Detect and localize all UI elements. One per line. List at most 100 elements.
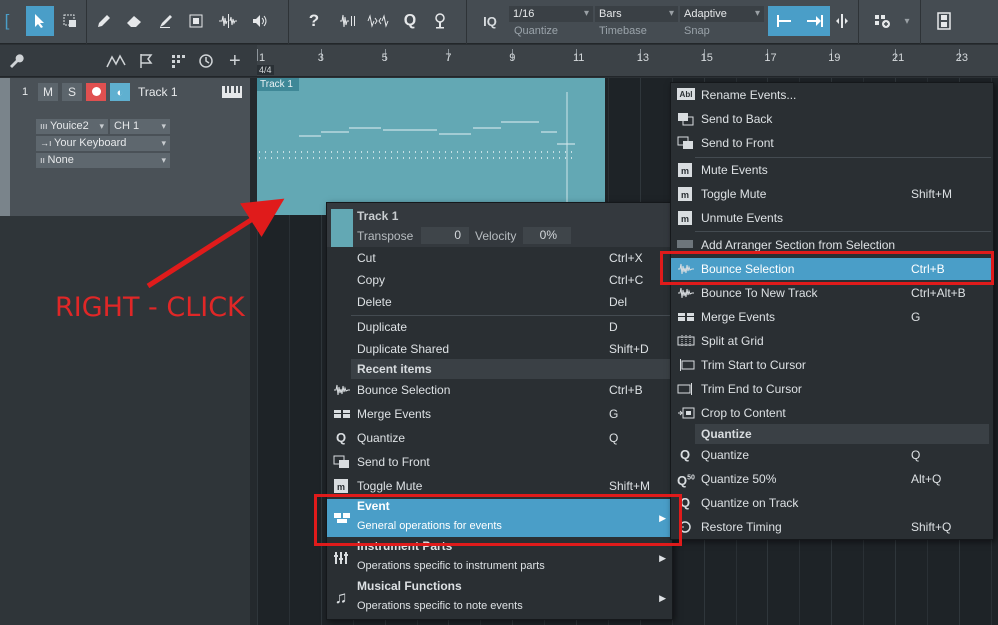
menu-item-label: Mute Events — [701, 163, 768, 177]
menu-item-label: Copy — [357, 273, 386, 287]
velocity-field[interactable]: 0% — [523, 227, 571, 244]
menu-item-label: Quantize 50% — [701, 472, 777, 486]
transpose-field[interactable]: 0 — [421, 227, 469, 244]
event-item-trim-start-to-cursor[interactable]: Trim Start to Cursor — [671, 354, 993, 376]
menu-item-copy[interactable]: Copy Ctrl+C — [327, 269, 672, 291]
menu-item-label: Restore Timing — [701, 520, 782, 534]
quantize-item-quantize-on-track[interactable]: Q Quantize on Track — [671, 492, 993, 514]
menu-item-label: Send to Front — [357, 455, 430, 469]
split-icon — [677, 334, 695, 348]
recent-item-merge-events[interactable]: Merge Events G — [327, 403, 672, 425]
menu-item-label: Unmute Events — [701, 211, 784, 225]
menu-item-shortcut: Ctrl+Alt+B — [911, 286, 966, 300]
event-item-mute-events[interactable]: m Mute Events — [671, 159, 993, 181]
menu-item-label: Crop to Content — [701, 406, 786, 420]
music-note-icon: ♫ — [334, 588, 348, 607]
menu-item-shortcut: G — [609, 407, 619, 421]
menu-item-label: Merge Events — [701, 310, 776, 324]
menu-item-shortcut: Shift+Q — [911, 520, 952, 534]
event-item-split-at-grid[interactable]: Split at Grid — [671, 330, 993, 352]
event-item-toggle-mute[interactable]: m Toggle Mute Shift+M — [671, 183, 993, 205]
menu-item-duplicate-shared[interactable]: Duplicate Shared Shift+D — [327, 338, 672, 360]
event-item-unmute-events[interactable]: m Unmute Events — [671, 207, 993, 229]
menu-item-shortcut: Ctrl+B — [609, 383, 643, 397]
instrument-icon — [333, 551, 349, 565]
recent-items-header: Recent items — [351, 359, 671, 379]
menu-item-shortcut: Ctrl+X — [609, 251, 643, 265]
context-menu-header: Track 1 Transpose 0 Velocity 0% — [327, 203, 672, 247]
rename-icon: Abl — [677, 88, 695, 102]
menu-item-label: Merge Events — [357, 407, 432, 421]
event-item-send-to-front[interactable]: Send to Front — [671, 132, 993, 154]
mute-icon: m — [677, 187, 693, 201]
menu-item-shortcut: D — [609, 320, 618, 334]
menu-item-label: Split at Grid — [701, 334, 764, 348]
svg-text:m: m — [681, 190, 689, 200]
merge-icon — [677, 310, 694, 324]
svg-text:m: m — [337, 482, 345, 492]
send-front-icon — [677, 136, 693, 150]
menu-item-cut[interactable]: Cut Ctrl+X — [327, 247, 672, 269]
svg-text:m: m — [681, 214, 689, 224]
quantize-item-quantize-50-[interactable]: Q50 Quantize 50% Alt+Q — [671, 468, 993, 490]
menu-item-label: Rename Events... — [701, 88, 797, 102]
chevron-right-icon: ▶ — [659, 553, 666, 563]
mute-icon: m — [677, 211, 693, 225]
menu-item-label: Bounce To New Track — [701, 286, 818, 300]
event-item-bounce-to-new-track[interactable]: Bounce To New Track Ctrl+Alt+B — [671, 282, 993, 304]
menu-item-shortcut: Alt+Q — [911, 472, 942, 486]
waveform-icon — [333, 383, 350, 397]
menu-item-shortcut: G — [911, 310, 921, 324]
merge-icon — [333, 407, 350, 421]
event-item-crop-to-content[interactable]: Crop to Content — [671, 402, 993, 424]
quantize-section-header: Quantize — [695, 424, 989, 444]
menu-item-label: Delete — [357, 295, 392, 309]
event-highlight-box — [314, 494, 682, 546]
menu-item-shortcut: Shift+D — [609, 342, 649, 356]
menu-item-label: Send to Back — [701, 112, 773, 126]
bounce-highlight-box — [660, 251, 994, 285]
submenu-subtitle: Operations specific to note events — [357, 600, 523, 612]
event-item-merge-events[interactable]: Merge Events G — [671, 306, 993, 328]
waveform-icon — [677, 286, 694, 300]
menu-item-label: Bounce Selection — [357, 383, 451, 397]
menu-item-label: Duplicate — [357, 320, 408, 334]
submenu-subtitle: Operations specific to instrument parts — [357, 560, 545, 572]
event-item-trim-end-to-cursor[interactable]: Trim End to Cursor — [671, 378, 993, 400]
quantize-icon: Q — [335, 430, 347, 445]
recent-item-send-to-front[interactable]: Send to Front — [327, 451, 672, 473]
svg-text:m: m — [681, 166, 689, 176]
send-front-icon — [333, 455, 349, 469]
menu-item-delete[interactable]: Delete Del — [327, 291, 672, 313]
recent-item-quantize[interactable]: Q Quantize Q — [327, 427, 672, 449]
chevron-right-icon: ▶ — [659, 593, 666, 603]
quantize-50-icon: Q50 — [677, 473, 695, 489]
send-back-icon — [677, 112, 694, 126]
menu-item-label: Duplicate Shared — [357, 342, 450, 356]
quantize-item-restore-timing[interactable]: Restore Timing Shift+Q — [671, 516, 993, 538]
menu-item-label: Quantize — [701, 448, 750, 462]
menu-item-label: Quantize — [357, 431, 406, 445]
quantize-icon: Q — [679, 447, 691, 462]
recent-item-bounce-selection[interactable]: Bounce Selection Ctrl+B — [327, 379, 672, 401]
menu-item-label: Cut — [357, 251, 376, 265]
event-item-rename-events-[interactable]: Abl Rename Events... — [671, 84, 993, 106]
svg-text:Abl: Abl — [680, 90, 693, 99]
menu-item-shortcut: Shift+M — [911, 187, 953, 201]
menu-item-shortcut: Ctrl+C — [609, 273, 644, 287]
transpose-label: Transpose — [357, 229, 414, 243]
menu-item-shortcut: Q — [609, 431, 619, 445]
menu-item-duplicate[interactable]: Duplicate D — [327, 316, 672, 338]
arranger-icon — [677, 238, 693, 252]
crop-icon — [677, 406, 695, 420]
event-color-swatch — [331, 209, 353, 247]
submenu-musical-functions[interactable]: ♫ Musical Functions Operations specific to… — [327, 579, 672, 617]
menu-item-shortcut: Q — [911, 448, 921, 462]
mute-icon: m — [333, 479, 349, 493]
menu-item-label: Toggle Mute — [701, 187, 767, 201]
context-menu: Track 1 Transpose 0 Velocity 0% Cut Ctrl+… — [326, 202, 673, 620]
event-item-send-to-back[interactable]: Send to Back — [671, 108, 993, 130]
quantize-item-quantize[interactable]: Q Quantize Q — [671, 444, 993, 466]
trim-end-icon — [677, 382, 693, 396]
trim-start-icon — [677, 358, 695, 372]
